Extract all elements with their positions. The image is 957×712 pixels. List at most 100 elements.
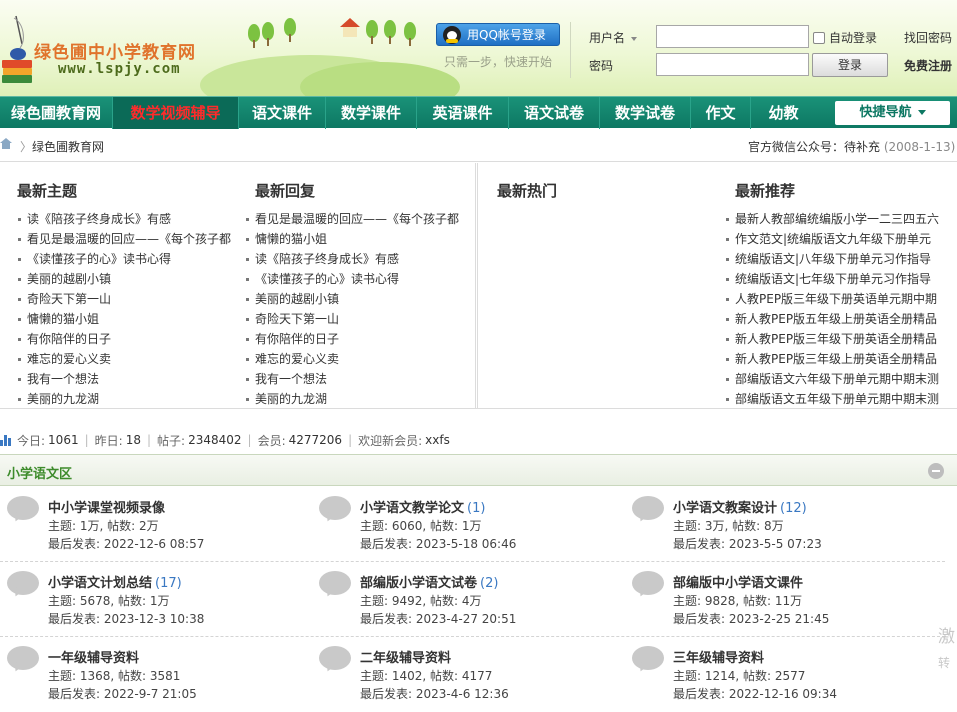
forum-bubble-icon[interactable] [632, 496, 664, 524]
qq-login-button[interactable]: 用QQ帐号登录 [436, 23, 560, 46]
forum-name[interactable]: 部编版小学语文试卷 (2) [360, 572, 498, 591]
username-type-selector[interactable]: 用户名 [589, 29, 638, 46]
forum-item: 部编版中小学语文课件 主题: 9828, 帖数: 11万 最后发表: 2023-… [625, 562, 925, 634]
list-item[interactable]: 《读懂孩子的心》读书心得 [17, 249, 237, 269]
house-decoration [340, 18, 360, 38]
list-item[interactable]: 新人教PEP版五年级上册英语全册精品 [725, 309, 940, 329]
forum-bubble-icon[interactable] [319, 496, 351, 524]
forum-meta: 主题: 1万, 帖数: 2万 [48, 519, 159, 533]
forum-bubble-icon[interactable] [7, 571, 39, 599]
list-item[interactable]: 统编版语文|八年级下册单元习作指导 [725, 249, 940, 269]
list-item[interactable]: 有你陪伴的日子 [245, 329, 469, 349]
forum-name[interactable]: 小学语文教学论文 (1) [360, 497, 485, 516]
forum-item: 一年级辅导资料 主题: 1368, 帖数: 3581 最后发表: 2022-9-… [0, 637, 300, 709]
logo-books-icon[interactable] [2, 14, 32, 86]
forum-name[interactable]: 小学语文教案设计 (12) [673, 497, 807, 516]
list-item[interactable]: 美丽的越剧小镇 [245, 289, 469, 309]
nav-item-math-courseware[interactable]: 数学课件 [326, 97, 417, 129]
stats-divider: | [84, 433, 89, 447]
site-url[interactable]: www.lspjy.com [58, 61, 181, 77]
list-item[interactable]: 奇险天下第一山 [17, 289, 237, 309]
forum-last-post[interactable]: 最后发表: 2023-5-5 07:23 [673, 535, 822, 552]
forum-name[interactable]: 二年级辅导资料 [360, 647, 454, 666]
list-item[interactable]: 作文范文|统编版语文九年级下册单元 [725, 229, 940, 249]
password-input[interactable] [656, 53, 809, 76]
nav-item-home[interactable]: 绿色圃教育网 [0, 97, 113, 129]
nav-item-chinese-papers[interactable]: 语文试卷 [509, 97, 600, 129]
list-item[interactable]: 看见是最温暖的回应——《每个孩子都 [245, 209, 469, 229]
list-item[interactable]: 有你陪伴的日子 [17, 329, 237, 349]
forum-bubble-icon[interactable] [7, 646, 39, 674]
forum-bubble-icon[interactable] [632, 571, 664, 599]
nav-item-chinese-courseware[interactable]: 语文课件 [239, 97, 326, 129]
forum-name[interactable]: 部编版中小学语文课件 [673, 572, 806, 591]
new-member-link[interactable]: xxfs [425, 433, 450, 447]
list-item[interactable]: 美丽的九龙湖 [245, 389, 469, 409]
list-item[interactable]: 奇险天下第一山 [245, 309, 469, 329]
list-item[interactable]: 慵懒的猫小姐 [245, 229, 469, 249]
forum-name[interactable]: 一年级辅导资料 [48, 647, 142, 666]
forum-last-post[interactable]: 最后发表: 2022-9-7 21:05 [48, 685, 197, 702]
forum-item: 部编版小学语文试卷 (2) 主题: 9492, 帖数: 4万 最后发表: 2023… [312, 562, 612, 634]
list-item[interactable]: 《读懂孩子的心》读书心得 [245, 269, 469, 289]
auto-login-toggle[interactable]: 自动登录 [813, 29, 877, 46]
wechat-notice: 官方微信公众号：待补充 (2008-1-13) [748, 138, 955, 155]
recommend-title: 最新推荐 [735, 182, 796, 200]
forum-row: 一年级辅导资料 主题: 1368, 帖数: 3581 最后发表: 2022-9-… [0, 637, 945, 712]
collapse-icon[interactable] [928, 463, 944, 479]
breadcrumb-home-link[interactable]: 绿色圃教育网 [32, 138, 104, 155]
login-button[interactable]: 登录 [812, 53, 888, 77]
list-item[interactable]: 部编版语文六年级下册单元期中期末测 [725, 369, 940, 389]
list-item[interactable]: 新人教PEP版三年级下册英语全册精品 [725, 329, 940, 349]
nav-item-english-courseware[interactable]: 英语课件 [417, 97, 509, 129]
list-item[interactable]: 美丽的越剧小镇 [17, 269, 237, 289]
list-item[interactable]: 读《陪孩子终身成长》有感 [17, 209, 237, 229]
forum-last-post[interactable]: 最后发表: 2023-4-6 12:36 [360, 685, 509, 702]
forum-name[interactable]: 中小学课堂视频录像 [48, 497, 168, 516]
forum-last-post[interactable]: 最后发表: 2023-4-27 20:51 [360, 610, 516, 627]
quick-nav-dropdown[interactable]: 快捷导航 [835, 101, 950, 125]
forum-last-post[interactable]: 最后发表: 2023-12-3 10:38 [48, 610, 204, 627]
site-name[interactable]: 绿色圃中小学教育网 [34, 38, 196, 63]
forum-bubble-icon[interactable] [632, 646, 664, 674]
list-item[interactable]: 难忘的爱心义卖 [245, 349, 469, 369]
list-item[interactable]: 慵懒的猫小姐 [17, 309, 237, 329]
list-item[interactable]: 我有一个想法 [245, 369, 469, 389]
list-item[interactable]: 人教PEP版三年级下册英语单元期中期 [725, 289, 940, 309]
nav-item-preschool[interactable]: 幼教 [751, 97, 816, 129]
register-link[interactable]: 免费注册 [904, 57, 952, 74]
list-item[interactable]: 部编版语文五年级下册单元期中期末测 [725, 389, 940, 409]
forum-last-post[interactable]: 最后发表: 2023-2-25 21:45 [673, 610, 829, 627]
list-item[interactable]: 新人教PEP版三年级上册英语全册精品 [725, 349, 940, 369]
forum-bubble-icon[interactable] [319, 646, 351, 674]
forum-last-post[interactable]: 最后发表: 2023-5-18 06:46 [360, 535, 516, 552]
forum-name[interactable]: 三年级辅导资料 [673, 647, 767, 666]
username-input[interactable] [656, 25, 809, 48]
chevron-down-icon [917, 110, 926, 115]
list-item[interactable]: 统编版语文|七年级下册单元习作指导 [725, 269, 940, 289]
nav-item-math-papers[interactable]: 数学试卷 [600, 97, 691, 129]
list-item[interactable]: 看见是最温暖的回应——《每个孩子都 [17, 229, 237, 249]
find-password-link[interactable]: 找回密码 [904, 29, 952, 46]
forum-item: 小学语文教学论文 (1) 主题: 6060, 帖数: 1万 最后发表: 2023-… [312, 487, 612, 559]
nav-item-composition[interactable]: 作文 [691, 97, 751, 129]
forum-bubble-icon[interactable] [7, 496, 39, 524]
forum-name[interactable]: 小学语文计划总结 (17) [48, 572, 182, 591]
home-icon[interactable] [0, 138, 12, 149]
today-label: 今日: [17, 433, 46, 448]
forum-last-post[interactable]: 最后发表: 2022-12-16 09:34 [673, 685, 837, 702]
stats-divider: | [348, 433, 353, 447]
forum-new-count: (17) [155, 576, 182, 591]
auto-login-checkbox[interactable] [813, 31, 825, 44]
section-title[interactable]: 小学语文区 [7, 463, 72, 482]
list-item[interactable]: 我有一个想法 [17, 369, 237, 389]
list-item[interactable]: 美丽的九龙湖 [17, 389, 237, 409]
list-item[interactable]: 难忘的爱心义卖 [17, 349, 237, 369]
quick-nav-label: 快捷导航 [859, 105, 912, 120]
list-item[interactable]: 最新人教部编统编版小学一二三四五六 [725, 209, 940, 229]
list-item[interactable]: 读《陪孩子终身成长》有感 [245, 249, 469, 269]
panel-divider [475, 163, 478, 409]
nav-item-math-video[interactable]: 数学视频辅导 [113, 97, 239, 129]
forum-bubble-icon[interactable] [319, 571, 351, 599]
forum-last-post[interactable]: 最后发表: 2022-12-6 08:57 [48, 535, 204, 552]
